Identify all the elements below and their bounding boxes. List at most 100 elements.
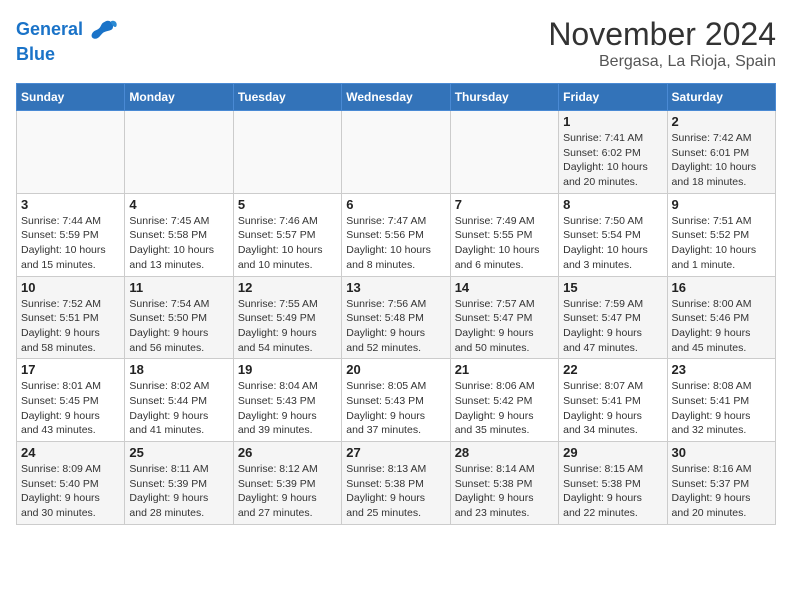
calendar-cell: 23 Sunrise: 8:08 AM Sunset: 5:41 PM Dayli… — [667, 359, 775, 442]
calendar-cell: 17 Sunrise: 8:01 AM Sunset: 5:45 PM Dayli… — [17, 359, 125, 442]
calendar-cell: 25 Sunrise: 8:11 AM Sunset: 5:39 PM Dayli… — [125, 442, 233, 525]
day-number: 5 — [238, 197, 337, 212]
calendar-cell: 18 Sunrise: 8:02 AM Sunset: 5:44 PM Dayli… — [125, 359, 233, 442]
day-info: Sunrise: 7:44 AM Sunset: 5:59 PM Dayligh… — [21, 214, 120, 273]
calendar-cell: 24Sunrise: 8:09 AM Sunset: 5:40 PM Dayli… — [17, 442, 125, 525]
calendar-cell: 1 Sunrise: 7:41 AM Sunset: 6:02 PM Daylig… — [559, 111, 667, 194]
day-number: 14 — [455, 280, 554, 295]
day-info: Sunrise: 8:00 AM Sunset: 5:46 PM Dayligh… — [672, 297, 771, 356]
calendar-cell — [233, 111, 341, 194]
calendar-cell: 20 Sunrise: 8:05 AM Sunset: 5:43 PM Dayli… — [342, 359, 450, 442]
logo: General Blue — [16, 16, 118, 65]
weekday-header-sunday: Sunday — [17, 84, 125, 111]
calendar-cell: 21 Sunrise: 8:06 AM Sunset: 5:42 PM Dayli… — [450, 359, 558, 442]
day-info: Sunrise: 7:47 AM Sunset: 5:56 PM Dayligh… — [346, 214, 445, 273]
day-info: Sunrise: 7:55 AM Sunset: 5:49 PM Dayligh… — [238, 297, 337, 356]
calendar-cell: 12 Sunrise: 7:55 AM Sunset: 5:49 PM Dayli… — [233, 276, 341, 359]
day-info: Sunrise: 7:50 AM Sunset: 5:54 PM Dayligh… — [563, 214, 662, 273]
calendar-table: SundayMondayTuesdayWednesdayThursdayFrid… — [16, 83, 776, 525]
day-info: Sunrise: 8:05 AM Sunset: 5:43 PM Dayligh… — [346, 379, 445, 438]
day-number: 9 — [672, 197, 771, 212]
calendar-cell: 26 Sunrise: 8:12 AM Sunset: 5:39 PM Dayli… — [233, 442, 341, 525]
weekday-header-saturday: Saturday — [667, 84, 775, 111]
calendar-cell: 5Sunrise: 7:46 AM Sunset: 5:57 PM Daylig… — [233, 193, 341, 276]
day-number: 26 — [238, 445, 337, 460]
day-info: Sunrise: 8:12 AM Sunset: 5:39 PM Dayligh… — [238, 462, 337, 521]
day-info: Sunrise: 8:14 AM Sunset: 5:38 PM Dayligh… — [455, 462, 554, 521]
day-info: Sunrise: 8:04 AM Sunset: 5:43 PM Dayligh… — [238, 379, 337, 438]
calendar-week-row: 17 Sunrise: 8:01 AM Sunset: 5:45 PM Dayli… — [17, 359, 776, 442]
day-info: Sunrise: 7:49 AM Sunset: 5:55 PM Dayligh… — [455, 214, 554, 273]
logo-text: General — [16, 16, 118, 44]
calendar-cell: 19 Sunrise: 8:04 AM Sunset: 5:43 PM Dayli… — [233, 359, 341, 442]
calendar-header: SundayMondayTuesdayWednesdayThursdayFrid… — [17, 84, 776, 111]
calendar-cell — [342, 111, 450, 194]
calendar-cell — [450, 111, 558, 194]
day-number: 6 — [346, 197, 445, 212]
calendar-cell: 3 Sunrise: 7:44 AM Sunset: 5:59 PM Daylig… — [17, 193, 125, 276]
calendar-cell: 27Sunrise: 8:13 AM Sunset: 5:38 PM Dayli… — [342, 442, 450, 525]
day-number: 1 — [563, 114, 662, 129]
weekday-header-row: SundayMondayTuesdayWednesdayThursdayFrid… — [17, 84, 776, 111]
day-number: 2 — [672, 114, 771, 129]
calendar-week-row: 24Sunrise: 8:09 AM Sunset: 5:40 PM Dayli… — [17, 442, 776, 525]
day-number: 8 — [563, 197, 662, 212]
weekday-header-monday: Monday — [125, 84, 233, 111]
calendar-cell: 2 Sunrise: 7:42 AM Sunset: 6:01 PM Daylig… — [667, 111, 775, 194]
day-number: 29 — [563, 445, 662, 460]
day-info: Sunrise: 7:57 AM Sunset: 5:47 PM Dayligh… — [455, 297, 554, 356]
day-number: 20 — [346, 362, 445, 377]
day-number: 30 — [672, 445, 771, 460]
day-info: Sunrise: 7:42 AM Sunset: 6:01 PM Dayligh… — [672, 131, 771, 190]
day-number: 28 — [455, 445, 554, 460]
day-number: 4 — [129, 197, 228, 212]
calendar-cell: 14 Sunrise: 7:57 AM Sunset: 5:47 PM Dayli… — [450, 276, 558, 359]
calendar-body: 1 Sunrise: 7:41 AM Sunset: 6:02 PM Daylig… — [17, 111, 776, 525]
day-info: Sunrise: 7:59 AM Sunset: 5:47 PM Dayligh… — [563, 297, 662, 356]
day-info: Sunrise: 8:08 AM Sunset: 5:41 PM Dayligh… — [672, 379, 771, 438]
day-info: Sunrise: 7:51 AM Sunset: 5:52 PM Dayligh… — [672, 214, 771, 273]
day-number: 25 — [129, 445, 228, 460]
calendar-subtitle: Bergasa, La Rioja, Spain — [548, 53, 776, 71]
day-info: Sunrise: 8:13 AM Sunset: 5:38 PM Dayligh… — [346, 462, 445, 521]
day-number: 13 — [346, 280, 445, 295]
calendar-cell — [17, 111, 125, 194]
calendar-cell: 11Sunrise: 7:54 AM Sunset: 5:50 PM Dayli… — [125, 276, 233, 359]
day-info: Sunrise: 8:01 AM Sunset: 5:45 PM Dayligh… — [21, 379, 120, 438]
day-number: 16 — [672, 280, 771, 295]
calendar-week-row: 3 Sunrise: 7:44 AM Sunset: 5:59 PM Daylig… — [17, 193, 776, 276]
day-number: 10 — [21, 280, 120, 295]
day-number: 21 — [455, 362, 554, 377]
day-number: 19 — [238, 362, 337, 377]
page-header: General Blue November 2024 Bergasa, La R… — [16, 16, 776, 71]
day-number: 22 — [563, 362, 662, 377]
day-number: 18 — [129, 362, 228, 377]
logo-bird-icon — [90, 16, 118, 44]
calendar-title: November 2024 — [548, 16, 776, 53]
title-block: November 2024 Bergasa, La Rioja, Spain — [548, 16, 776, 71]
day-info: Sunrise: 7:52 AM Sunset: 5:51 PM Dayligh… — [21, 297, 120, 356]
day-info: Sunrise: 7:45 AM Sunset: 5:58 PM Dayligh… — [129, 214, 228, 273]
day-number: 23 — [672, 362, 771, 377]
calendar-cell: 15 Sunrise: 7:59 AM Sunset: 5:47 PM Dayli… — [559, 276, 667, 359]
calendar-week-row: 1 Sunrise: 7:41 AM Sunset: 6:02 PM Daylig… — [17, 111, 776, 194]
calendar-cell: 9 Sunrise: 7:51 AM Sunset: 5:52 PM Daylig… — [667, 193, 775, 276]
calendar-week-row: 10 Sunrise: 7:52 AM Sunset: 5:51 PM Dayli… — [17, 276, 776, 359]
day-number: 12 — [238, 280, 337, 295]
day-info: Sunrise: 7:56 AM Sunset: 5:48 PM Dayligh… — [346, 297, 445, 356]
day-number: 3 — [21, 197, 120, 212]
weekday-header-friday: Friday — [559, 84, 667, 111]
calendar-cell: 22Sunrise: 8:07 AM Sunset: 5:41 PM Dayli… — [559, 359, 667, 442]
day-number: 7 — [455, 197, 554, 212]
calendar-cell: 8 Sunrise: 7:50 AM Sunset: 5:54 PM Daylig… — [559, 193, 667, 276]
calendar-cell: 4 Sunrise: 7:45 AM Sunset: 5:58 PM Daylig… — [125, 193, 233, 276]
day-info: Sunrise: 8:02 AM Sunset: 5:44 PM Dayligh… — [129, 379, 228, 438]
day-info: Sunrise: 8:09 AM Sunset: 5:40 PM Dayligh… — [21, 462, 120, 521]
calendar-cell: 10 Sunrise: 7:52 AM Sunset: 5:51 PM Dayli… — [17, 276, 125, 359]
calendar-cell: 29Sunrise: 8:15 AM Sunset: 5:38 PM Dayli… — [559, 442, 667, 525]
day-number: 17 — [21, 362, 120, 377]
day-info: Sunrise: 8:06 AM Sunset: 5:42 PM Dayligh… — [455, 379, 554, 438]
day-number: 15 — [563, 280, 662, 295]
day-info: Sunrise: 7:41 AM Sunset: 6:02 PM Dayligh… — [563, 131, 662, 190]
day-info: Sunrise: 8:11 AM Sunset: 5:39 PM Dayligh… — [129, 462, 228, 521]
